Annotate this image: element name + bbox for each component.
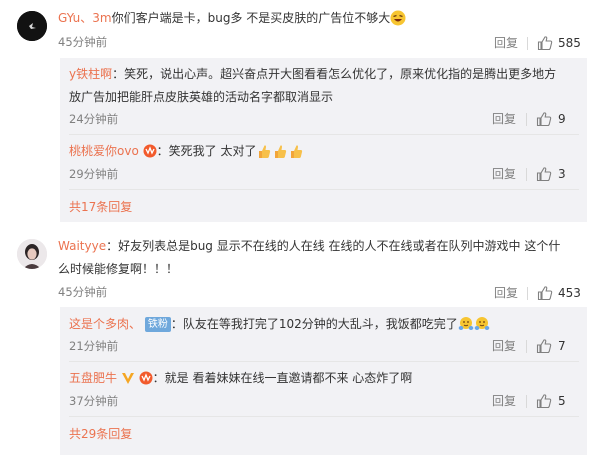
- hug-emoji-icon: [474, 317, 490, 330]
- like-count: 453: [558, 286, 581, 300]
- thumbs-up-emoji-icon: [291, 145, 303, 158]
- avatar-image-icon: [17, 11, 47, 41]
- reply-username-link[interactable]: 五盘肥牛: [69, 371, 117, 385]
- divider: [526, 113, 527, 126]
- vip-badge-icon: [139, 371, 153, 385]
- thumbs-up-icon[interactable]: [536, 111, 552, 127]
- divider: [526, 395, 527, 408]
- divider: [527, 287, 528, 300]
- reply-button[interactable]: 回复: [492, 111, 516, 127]
- like-count: 9: [558, 112, 566, 126]
- thumbs-up-icon[interactable]: [536, 166, 552, 182]
- reply-button[interactable]: 回复: [492, 338, 516, 354]
- hug-emoji-icon: [458, 317, 474, 330]
- divider: [69, 416, 579, 417]
- reply-username-link[interactable]: 这是个多肉、: [69, 317, 141, 331]
- reply-text: ：笑死，说出心声。超兴奋点开大图看看怎么优化了，原来优化指的是腾出更多地方: [112, 67, 557, 81]
- reply-body: 桃桃爱你ovo ：笑死我了 太对了: [69, 142, 304, 160]
- reply-username-link[interactable]: y铁柱啊: [69, 67, 112, 81]
- reply-button[interactable]: 回复: [492, 393, 516, 409]
- divider: [69, 361, 579, 362]
- comment-text: 你们客户端是卡，bug多 不是买皮肤的广告位不够大: [111, 11, 391, 25]
- thumbs-up-emoji-icon: [259, 145, 271, 158]
- reply-username-link[interactable]: 桃桃爱你ovo: [69, 144, 139, 158]
- thumbs-up-icon[interactable]: [537, 35, 553, 51]
- vip-badge-icon: [143, 144, 157, 158]
- divider: [527, 37, 528, 50]
- like-count: 3: [558, 167, 566, 181]
- reply-button[interactable]: 回复: [494, 285, 518, 301]
- comment-body: Waityye：好友列表总是bug 显示不在线的人在线 在线的人不在线或者在队列…: [58, 237, 560, 255]
- divider: [69, 189, 579, 190]
- reply-button[interactable]: 回复: [494, 35, 518, 51]
- reply-text-continued: 放广告加把能肝点皮肤英雄的活动名字都取消显示: [69, 90, 334, 104]
- divider: [69, 134, 579, 135]
- more-replies-link[interactable]: 共29条回复: [69, 425, 132, 443]
- avatar[interactable]: [17, 11, 47, 41]
- divider: [526, 340, 527, 353]
- like-count: 5: [558, 394, 566, 408]
- comment-time: 45分钟前: [58, 285, 108, 299]
- fans-badge: 铁粉: [144, 317, 171, 332]
- verified-v-icon: [121, 373, 134, 384]
- divider: [526, 168, 527, 181]
- reply-time: 24分钟前: [69, 112, 119, 126]
- avatar-image-icon: [17, 239, 47, 269]
- reply-time: 21分钟前: [69, 339, 119, 353]
- reply-list: 这是个多肉、 铁粉 ：队友在等我打完了102分钟的大乱斗，我饭都吃完了 21分钟前…: [60, 307, 587, 455]
- comment-text: ：好友列表总是bug 显示不在线的人在线 在线的人不在线或者在队列中游戏中 这个…: [106, 239, 561, 253]
- reply-list: y铁柱啊：笑死，说出心声。超兴奋点开大图看看怎么优化了，原来优化指的是腾出更多地…: [60, 58, 587, 222]
- reply-body: 五盘肥牛 ：就是 看着妹妹在线一直邀请都不来 心态炸了啊: [69, 369, 412, 387]
- thumbs-up-icon[interactable]: [536, 338, 552, 354]
- thumbs-up-emoji-icon: [275, 145, 287, 158]
- like-count: 585: [558, 36, 581, 50]
- reply-time: 29分钟前: [69, 167, 119, 181]
- reply-text: ：笑死我了 太对了: [156, 144, 257, 158]
- avatar[interactable]: [17, 239, 47, 269]
- comment-body: GYu、3m你们客户端是卡，bug多 不是买皮肤的广告位不够大: [58, 9, 406, 27]
- reply-text: ：队友在等我打完了102分钟的大乱斗，我饭都吃完了: [170, 317, 458, 331]
- comment-text-continued: 么时候能修复啊！！！: [58, 262, 179, 276]
- more-replies-link[interactable]: 共17条回复: [69, 198, 132, 216]
- reply-body: 这是个多肉、 铁粉 ：队友在等我打完了102分钟的大乱斗，我饭都吃完了: [69, 315, 490, 333]
- reply-time: 37分钟前: [69, 394, 119, 408]
- username-link[interactable]: Waityye: [58, 239, 106, 253]
- laughing-emoji-icon: [390, 10, 406, 26]
- like-count: 7: [558, 339, 566, 353]
- reply-button[interactable]: 回复: [492, 166, 516, 182]
- thumbs-up-icon[interactable]: [537, 285, 553, 301]
- reply-body: y铁柱啊：笑死，说出心声。超兴奋点开大图看看怎么优化了，原来优化指的是腾出更多地…: [69, 65, 556, 83]
- username-link[interactable]: GYu、3m: [58, 11, 112, 25]
- comment-time: 45分钟前: [58, 35, 108, 49]
- thumbs-up-icon[interactable]: [536, 393, 552, 409]
- reply-text: ：就是 看着妹妹在线一直邀请都不来 心态炸了啊: [152, 371, 413, 385]
